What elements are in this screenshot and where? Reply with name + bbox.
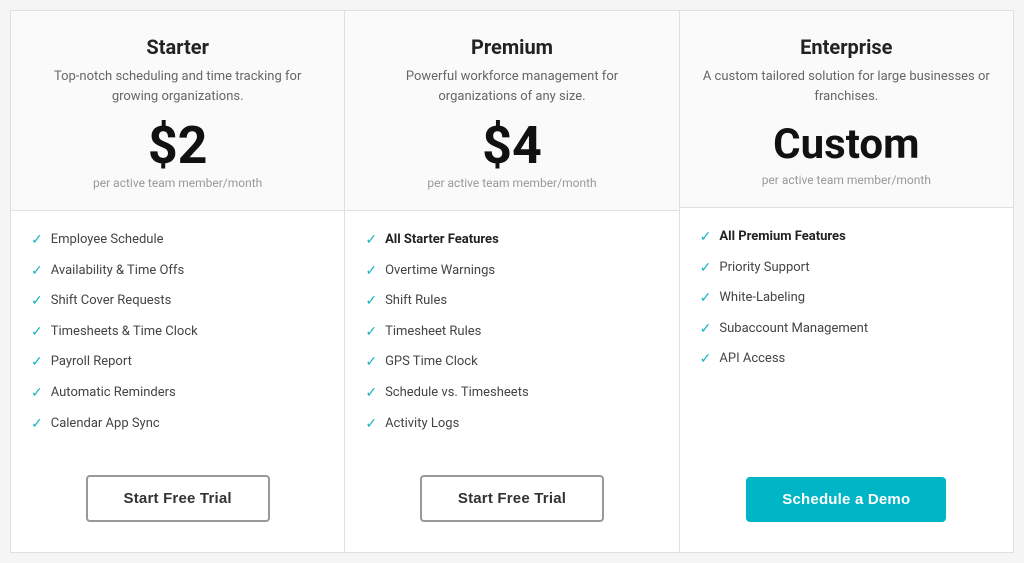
enterprise-feature-text-2: White-Labeling [719,289,805,307]
enterprise-feature-text-4: API Access [719,350,785,368]
premium-price: $4 [365,120,658,172]
enterprise-header: Enterprise A custom tailored solution fo… [680,11,1013,208]
premium-feature-text-1: Overtime Warnings [385,262,495,280]
check-icon: ✓ [700,259,712,279]
starter-feature-4: ✓ Payroll Report [31,353,324,373]
premium-description: Powerful workforce management for organi… [365,67,658,106]
starter-features: ✓ Employee Schedule ✓ Availability & Tim… [31,231,324,445]
check-icon: ✓ [365,231,377,251]
premium-feature-text-4: GPS Time Clock [385,353,478,371]
check-icon: ✓ [31,415,43,435]
premium-feature-2: ✓ Shift Rules [365,292,658,312]
starter-body: ✓ Employee Schedule ✓ Availability & Tim… [11,211,344,552]
starter-cta-button[interactable]: Start Free Trial [86,475,270,522]
check-icon: ✓ [31,353,43,373]
check-icon: ✓ [365,384,377,404]
starter-feature-text-0: Employee Schedule [51,231,164,249]
starter-feature-1: ✓ Availability & Time Offs [31,262,324,282]
enterprise-feature-1: ✓ Priority Support [700,259,993,279]
check-icon: ✓ [31,231,43,251]
starter-description: Top-notch scheduling and time tracking f… [31,67,324,106]
enterprise-description: A custom tailored solution for large bus… [700,67,993,106]
starter-header: Starter Top-notch scheduling and time tr… [11,11,344,211]
premium-feature-1: ✓ Overtime Warnings [365,262,658,282]
starter-cta-area: Start Free Trial [31,465,324,532]
starter-title: Starter [31,35,324,59]
starter-feature-6: ✓ Calendar App Sync [31,415,324,435]
starter-price-period: per active team member/month [31,176,324,190]
premium-feature-0: ✓ All Starter Features [365,231,658,251]
premium-price-period: per active team member/month [365,176,658,190]
check-icon: ✓ [365,292,377,312]
starter-price: $2 [31,120,324,172]
premium-features: ✓ All Starter Features ✓ Overtime Warnin… [365,231,658,445]
premium-cta-button[interactable]: Start Free Trial [420,475,604,522]
premium-title: Premium [365,35,658,59]
starter-feature-text-1: Availability & Time Offs [51,262,184,280]
check-icon: ✓ [31,292,43,312]
premium-feature-text-6: Activity Logs [385,415,459,433]
check-icon: ✓ [365,262,377,282]
enterprise-body: ✓ All Premium Features ✓ Priority Suppor… [680,208,1013,552]
enterprise-feature-text-1: Priority Support [719,259,809,277]
premium-feature-text-5: Schedule vs. Timesheets [385,384,529,402]
starter-feature-2: ✓ Shift Cover Requests [31,292,324,312]
check-icon: ✓ [700,228,712,248]
starter-feature-text-6: Calendar App Sync [51,415,160,433]
premium-body: ✓ All Starter Features ✓ Overtime Warnin… [345,211,678,552]
enterprise-price: Custom [700,120,993,169]
check-icon: ✓ [365,353,377,373]
enterprise-feature-3: ✓ Subaccount Management [700,320,993,340]
enterprise-features: ✓ All Premium Features ✓ Priority Suppor… [700,228,993,447]
premium-feature-6: ✓ Activity Logs [365,415,658,435]
premium-feature-text-0: All Starter Features [385,231,499,249]
check-icon: ✓ [31,323,43,343]
premium-cta-area: Start Free Trial [365,465,658,532]
starter-feature-text-5: Automatic Reminders [51,384,176,402]
card-premium: Premium Powerful workforce management fo… [344,10,678,553]
enterprise-feature-text-3: Subaccount Management [719,320,868,338]
check-icon: ✓ [365,415,377,435]
premium-feature-4: ✓ GPS Time Clock [365,353,658,373]
starter-feature-0: ✓ Employee Schedule [31,231,324,251]
starter-feature-3: ✓ Timesheets & Time Clock [31,323,324,343]
enterprise-title: Enterprise [700,35,993,59]
enterprise-price-period: per active team member/month [700,173,993,187]
check-icon: ✓ [700,289,712,309]
enterprise-feature-2: ✓ White-Labeling [700,289,993,309]
card-starter: Starter Top-notch scheduling and time tr… [10,10,344,553]
premium-feature-text-3: Timesheet Rules [385,323,481,341]
check-icon: ✓ [700,320,712,340]
starter-feature-5: ✓ Automatic Reminders [31,384,324,404]
enterprise-feature-0: ✓ All Premium Features [700,228,993,248]
check-icon: ✓ [31,384,43,404]
starter-feature-text-4: Payroll Report [51,353,132,371]
starter-feature-text-2: Shift Cover Requests [51,292,172,310]
check-icon: ✓ [365,323,377,343]
premium-feature-5: ✓ Schedule vs. Timesheets [365,384,658,404]
check-icon: ✓ [700,350,712,370]
starter-feature-text-3: Timesheets & Time Clock [51,323,198,341]
premium-feature-text-2: Shift Rules [385,292,447,310]
check-icon: ✓ [31,262,43,282]
pricing-container: Starter Top-notch scheduling and time tr… [10,10,1014,553]
premium-feature-3: ✓ Timesheet Rules [365,323,658,343]
enterprise-feature-text-0: All Premium Features [719,228,845,246]
premium-header: Premium Powerful workforce management fo… [345,11,678,211]
card-enterprise: Enterprise A custom tailored solution fo… [679,10,1014,553]
enterprise-feature-4: ✓ API Access [700,350,993,370]
